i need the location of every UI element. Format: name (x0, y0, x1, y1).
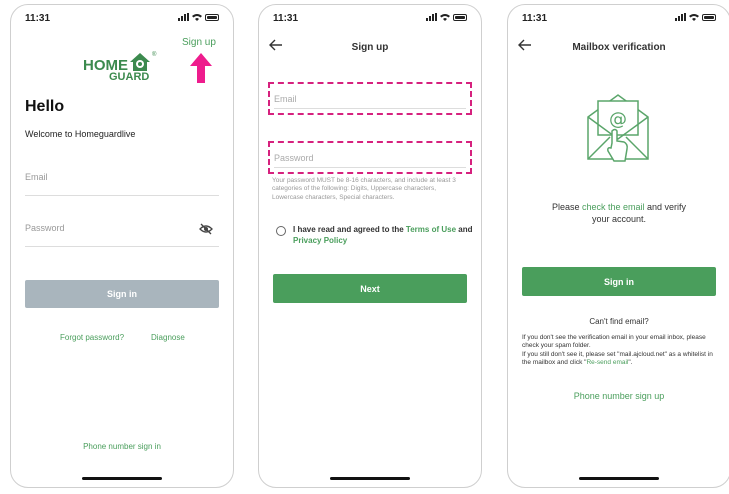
home-indicator (330, 477, 410, 480)
wifi-icon (192, 14, 202, 21)
wifi-icon (689, 14, 699, 21)
check-email-link[interactable]: check the email (582, 202, 645, 212)
mailbox-verification-screen: 11:31 Mailbox verification @ Please chec… (507, 4, 729, 488)
email-field-highlight: Email (268, 82, 472, 115)
password-placeholder: Password (25, 223, 65, 233)
wifi-icon (440, 14, 450, 21)
phone-signin-link[interactable]: Phone number sign in (11, 442, 233, 451)
agree-text: I have read and agreed to the Terms of U… (293, 225, 473, 246)
battery-icon (453, 13, 467, 21)
signal-icon (426, 13, 437, 21)
terms-link[interactable]: Terms of Use (406, 225, 456, 234)
signal-icon (178, 13, 189, 21)
status-time: 11:31 (25, 13, 51, 24)
svg-text:@: @ (609, 109, 627, 130)
up-arrow-icon (190, 53, 212, 83)
eye-off-icon[interactable] (199, 223, 213, 235)
signal-icon (675, 13, 686, 21)
email-field[interactable]: Email (274, 88, 466, 109)
battery-icon (205, 13, 219, 21)
password-field-highlight: Password (268, 141, 472, 174)
home-indicator (579, 477, 659, 480)
phone-signup-link[interactable]: Phone number sign up (508, 391, 729, 401)
battery-icon (702, 13, 716, 21)
home-indicator (82, 477, 162, 480)
forgot-password-link[interactable]: Forgot password? (60, 333, 124, 342)
status-bar: 11:31 (25, 13, 219, 27)
status-time: 11:31 (522, 13, 548, 24)
signup-link[interactable]: Sign up (182, 37, 216, 48)
verify-message: Please check the email and verify your a… (551, 202, 687, 225)
login-screen: 11:31 HOME ® GUARD Sign up Hello Welcome… (10, 4, 234, 488)
password-field[interactable]: Password (25, 223, 219, 247)
status-time: 11:31 (273, 13, 299, 24)
welcome-text: Welcome to Homeguardlive (25, 129, 136, 139)
signin-button[interactable]: Sign in (25, 280, 219, 308)
email-field[interactable]: Email (25, 172, 219, 196)
email-placeholder: Email (25, 172, 48, 182)
agree-radio[interactable] (276, 226, 286, 236)
house-icon (130, 53, 150, 71)
privacy-link[interactable]: Privacy Policy (293, 236, 347, 245)
status-bar: 11:31 (273, 13, 467, 27)
page-title: Sign up (351, 42, 389, 53)
status-bar: 11:31 (522, 13, 716, 27)
signup-screen: 11:31 Sign up Email Password Your passwo… (258, 4, 482, 488)
signin-button[interactable]: Sign in (522, 267, 716, 296)
mail-icon: @ (587, 94, 649, 162)
resend-email-link[interactable]: Re-send email (586, 359, 628, 366)
page-title: Mailbox verification (572, 42, 666, 53)
password-field[interactable]: Password (274, 147, 466, 168)
diagnose-link[interactable]: Diagnose (151, 333, 185, 342)
help-text: If you don't see the verification email … (522, 334, 713, 367)
cant-find-heading: Can't find email? (589, 317, 649, 326)
homeguard-logo: HOME ® GUARD (83, 52, 157, 83)
password-hint: Your password MUST be 8-16 characters, a… (272, 177, 456, 201)
next-button[interactable]: Next (273, 274, 467, 303)
greeting: Hello (25, 98, 65, 115)
